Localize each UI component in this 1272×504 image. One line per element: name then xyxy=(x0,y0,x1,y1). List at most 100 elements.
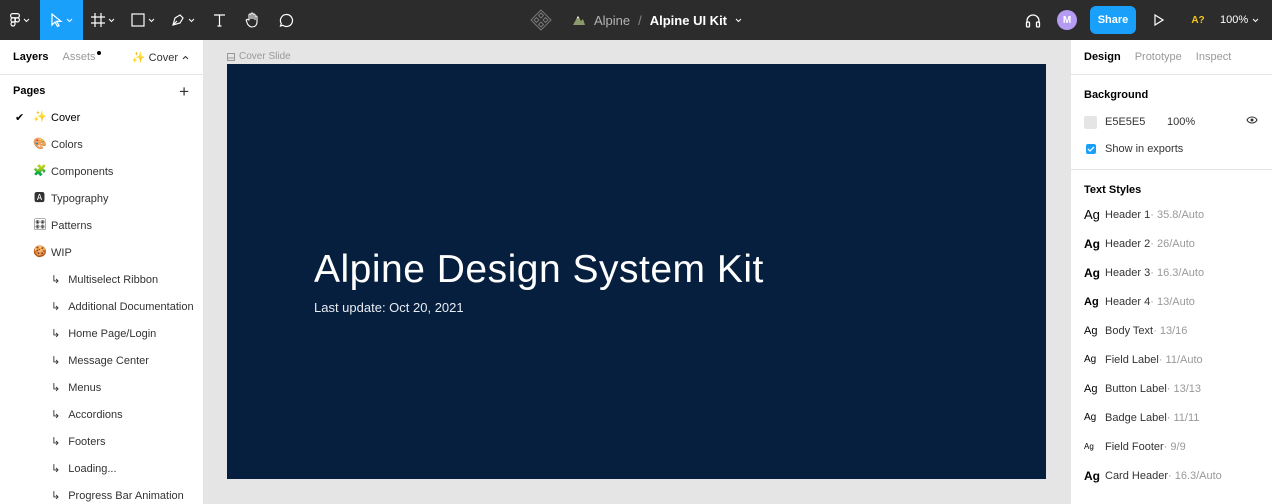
page-item-menus[interactable]: ↳ Menus xyxy=(0,374,203,401)
avatar: M xyxy=(1057,10,1077,30)
eye-icon[interactable] xyxy=(1246,116,1258,124)
tab-prototype[interactable]: Prototype xyxy=(1135,51,1182,63)
page-label: Colors xyxy=(51,138,83,151)
text-style-name: Header 2 xyxy=(1105,237,1151,250)
page-item-patterns[interactable]: 🎛 Patterns xyxy=(0,212,203,239)
current-page-dropdown[interactable]: ✨ Cover xyxy=(132,51,189,64)
page-label: Additional Documentation xyxy=(68,300,194,313)
page-item-colors[interactable]: 🎨 Colors xyxy=(0,131,203,158)
text-style-field-footer[interactable]: Ag Field Footer · 9/9 xyxy=(1071,432,1272,461)
text-icon xyxy=(213,14,225,27)
text-style-spec: · 9/9 xyxy=(1163,440,1186,453)
page-item-home-page-login[interactable]: ↳ Home Page/Login xyxy=(0,320,203,347)
page-label: WIP xyxy=(51,246,72,259)
text-style-name: Header 4 xyxy=(1105,295,1151,308)
accessibility-label: A? xyxy=(1191,14,1205,26)
page-item-progress-bar-animation[interactable]: ↳ Progress Bar Animation xyxy=(0,482,203,504)
show-in-exports-checkbox[interactable] xyxy=(1086,144,1096,154)
text-style-name: Button Label xyxy=(1105,382,1167,395)
text-style-spec: · 16.3/Auto xyxy=(1150,266,1205,279)
subpage-arrow-icon: ↳ xyxy=(51,463,61,475)
pen-tool-button[interactable] xyxy=(163,0,203,40)
page-item-accordions[interactable]: ↳ Accordions xyxy=(0,401,203,428)
text-style-header-2[interactable]: Ag Header 2 · 26/Auto xyxy=(1071,229,1272,258)
page-item-cover[interactable]: ✔ ✨ Cover xyxy=(0,104,203,131)
text-style-preview: Ag xyxy=(1084,354,1097,365)
left-panel: Layers Assets ✨ Cover Pages + ✔ ✨ Cover … xyxy=(0,40,204,504)
background-fill-row[interactable]: E5E5E5 100% xyxy=(1071,114,1272,130)
canvas[interactable]: Cover Slide Alpine Design System Kit Las… xyxy=(204,40,1070,504)
subpage-arrow-icon: ↳ xyxy=(51,490,61,502)
chevron-down-icon xyxy=(148,18,155,22)
text-style-name: Body Text xyxy=(1105,324,1154,337)
cover-slide-frame[interactable]: Alpine Design System Kit Last update: Oc… xyxy=(227,64,1046,479)
rectangle-icon xyxy=(131,13,145,27)
sparkles-icon: ✨ xyxy=(33,111,47,123)
present-button[interactable] xyxy=(1142,14,1176,26)
page-item-footers[interactable]: ↳ Footers xyxy=(0,428,203,455)
share-button[interactable]: Share xyxy=(1090,6,1136,34)
file-name[interactable]: Alpine UI Kit xyxy=(650,13,727,28)
text-style-header-3[interactable]: Ag Header 3 · 16.3/Auto xyxy=(1071,258,1272,287)
shape-tool-button[interactable] xyxy=(123,0,163,40)
cursor-icon xyxy=(50,13,63,27)
chevron-down-icon[interactable] xyxy=(735,18,742,23)
background-swatch[interactable] xyxy=(1084,115,1097,129)
text-style-field-label[interactable]: Ag Field Label · 11/Auto xyxy=(1071,345,1272,374)
headphones-icon xyxy=(1025,13,1041,28)
text-style-body-text[interactable]: Ag Body Text · 13/16 xyxy=(1071,316,1272,345)
text-style-header-4[interactable]: Ag Header 4 · 13/Auto xyxy=(1071,287,1272,316)
chevron-down-icon xyxy=(188,18,195,22)
tab-design[interactable]: Design xyxy=(1084,51,1121,63)
page-label: Cover xyxy=(51,111,81,124)
page-item-loading[interactable]: ↳ Loading... xyxy=(0,455,203,482)
background-hex[interactable]: E5E5E5 xyxy=(1105,116,1167,128)
page-item-wip[interactable]: 🍪 WIP xyxy=(0,239,203,266)
hand-tool-button[interactable] xyxy=(235,0,269,40)
tab-assets[interactable]: Assets xyxy=(62,51,101,63)
cover-title[interactable]: Alpine Design System Kit xyxy=(314,248,764,292)
frame-tool-button[interactable] xyxy=(83,0,123,40)
frame-label-text: Cover Slide xyxy=(239,51,291,62)
page-item-message-center[interactable]: ↳ Message Center xyxy=(0,347,203,374)
zoom-menu[interactable]: 100% xyxy=(1220,14,1272,26)
main-menu-button[interactable] xyxy=(0,0,40,40)
cover-subtitle[interactable]: Last update: Oct 20, 2021 xyxy=(314,300,464,315)
move-tool-button[interactable] xyxy=(40,0,83,40)
play-icon xyxy=(1154,14,1164,26)
figma-logo-icon xyxy=(10,13,20,27)
comment-tool-button[interactable] xyxy=(269,0,303,40)
show-in-exports-row[interactable]: Show in exports xyxy=(1071,141,1272,157)
tab-layers[interactable]: Layers xyxy=(13,51,48,63)
frame-icon xyxy=(91,13,105,27)
add-page-button[interactable]: + xyxy=(179,83,189,100)
text-style-preview: Ag xyxy=(1084,265,1100,280)
background-opacity[interactable]: 100% xyxy=(1167,116,1195,128)
zoom-level: 100% xyxy=(1220,14,1249,26)
page-item-components[interactable]: 🧩 Components xyxy=(0,158,203,185)
tab-assets-label: Assets xyxy=(62,51,96,63)
text-tool-button[interactable] xyxy=(203,0,235,40)
text-style-spec: · 13/Auto xyxy=(1150,295,1195,308)
text-style-preview: Ag xyxy=(1084,412,1097,423)
frame-label[interactable]: Cover Slide xyxy=(227,51,291,62)
page-item-additional-documentation[interactable]: ↳ Additional Documentation xyxy=(0,293,203,320)
accessibility-button[interactable]: A? xyxy=(1176,15,1220,26)
text-style-header-1[interactable]: Ag Header 1 · 35.8/Auto xyxy=(1071,200,1272,229)
page-item-typography[interactable]: 🅰 Typography xyxy=(0,185,203,212)
chevron-down-icon xyxy=(23,18,30,22)
tab-inspect[interactable]: Inspect xyxy=(1196,51,1231,63)
chevron-down-icon xyxy=(1252,18,1259,22)
page-item-multiselect-ribbon[interactable]: ↳ Multiselect Ribbon xyxy=(0,266,203,293)
text-style-button-label[interactable]: Ag Button Label · 13/13 xyxy=(1071,374,1272,403)
team-name[interactable]: Alpine xyxy=(594,13,630,28)
text-style-badge-label[interactable]: Ag Badge Label · 11/11 xyxy=(1071,403,1272,432)
text-style-spec: · 16.3/Auto xyxy=(1167,469,1222,482)
component-outline-icon xyxy=(530,9,552,31)
page-label: Home Page/Login xyxy=(68,327,157,340)
text-styles-list: Ag Header 1 · 35.8/Auto Ag Header 2 · 26… xyxy=(1071,200,1272,490)
text-style-card-header[interactable]: Ag Card Header · 16.3/Auto xyxy=(1071,461,1272,490)
page-label: Progress Bar Animation xyxy=(68,489,184,502)
user-avatar[interactable]: M xyxy=(1050,10,1084,30)
audio-button[interactable] xyxy=(1016,13,1050,28)
